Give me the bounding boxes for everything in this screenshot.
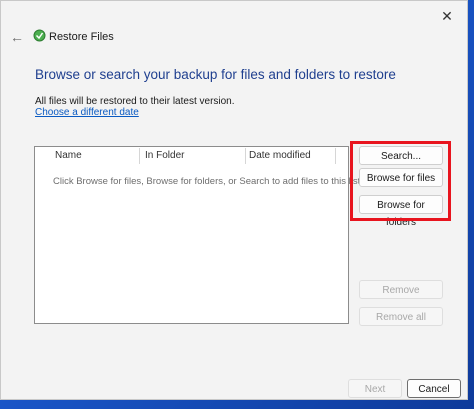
column-header-in-folder[interactable]: In Folder (125, 147, 245, 165)
title-bar: ← Restore Files ✕ (1, 1, 467, 45)
choose-different-date-link[interactable]: Choose a different date (35, 107, 139, 118)
close-icon[interactable]: ✕ (435, 7, 459, 25)
cancel-button[interactable]: Cancel (407, 379, 461, 398)
window-title: Restore Files (49, 31, 114, 43)
column-header-name[interactable]: Name (35, 147, 139, 165)
remove-all-button[interactable]: Remove all (359, 307, 443, 326)
file-list[interactable]: Name In Folder Date modified Click Brows… (34, 146, 363, 324)
next-button[interactable]: Next (348, 379, 402, 398)
column-separator[interactable] (335, 148, 336, 164)
restore-files-window: ← Restore Files ✕ Browse or search your … (0, 0, 468, 400)
column-header-date-modified[interactable]: Date modified (229, 147, 339, 165)
restore-info-text: All files will be restored to their late… (35, 96, 235, 107)
back-arrow-icon[interactable]: ← (7, 29, 27, 45)
empty-list-message: Click Browse for files, Browse for folde… (53, 176, 363, 187)
remove-button[interactable]: Remove (359, 280, 443, 299)
red-highlight-box (350, 141, 451, 221)
restore-files-icon (33, 29, 46, 42)
page-heading: Browse or search your backup for files a… (35, 67, 396, 82)
